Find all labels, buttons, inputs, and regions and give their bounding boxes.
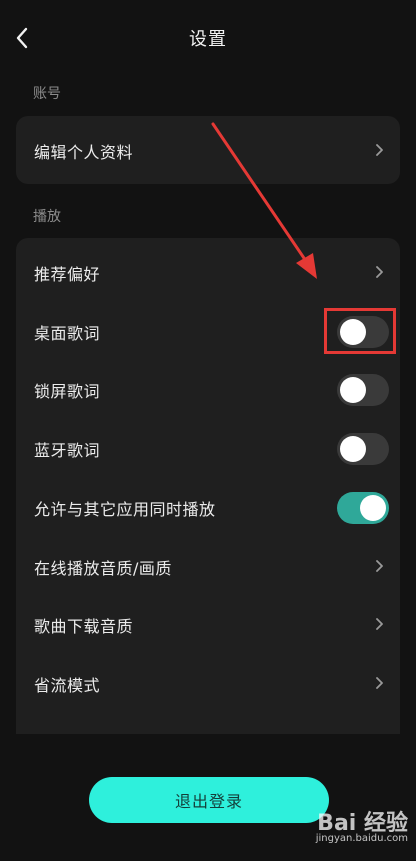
row-lockscreen-lyrics: 锁屏歌词 xyxy=(16,360,400,418)
row-label: 蓝牙歌词 xyxy=(34,441,101,460)
row-download-quality[interactable]: 歌曲下载音质 xyxy=(16,595,400,653)
row-label: 允许与其它应用同时播放 xyxy=(34,500,216,519)
page-title: 设置 xyxy=(189,29,227,50)
annotation-highlight-box xyxy=(324,308,396,354)
status-bar xyxy=(0,0,416,6)
account-card: 编辑个人资料 xyxy=(16,116,400,184)
row-recommend-preference[interactable]: 推荐偏好 xyxy=(16,243,400,301)
lockscreen-lyrics-toggle[interactable] xyxy=(337,374,389,406)
chevron-right-icon xyxy=(376,677,383,689)
top-bar: 设置 xyxy=(0,18,416,58)
chevron-right-icon xyxy=(376,266,383,278)
row-label: 推荐偏好 xyxy=(34,265,101,284)
baidu-jingyan-watermark: Bai 经验 jingyan.baidu.com xyxy=(288,805,408,855)
row-data-saver[interactable]: 省流模式 xyxy=(16,654,400,712)
bluetooth-lyrics-toggle[interactable] xyxy=(337,433,389,465)
row-label: 歌曲下载音质 xyxy=(34,617,134,636)
chevron-right-icon xyxy=(376,618,383,630)
row-label: 在线播放音质/画质 xyxy=(34,559,172,578)
chevron-right-icon xyxy=(376,144,383,156)
row-allow-concurrent-playback: 允许与其它应用同时播放 xyxy=(16,478,400,536)
toggle-knob xyxy=(360,495,386,521)
section-label-account: 账号 xyxy=(33,86,61,102)
section-label-playback: 播放 xyxy=(33,209,61,225)
row-online-quality[interactable]: 在线播放音质/画质 xyxy=(16,537,400,595)
chevron-right-icon xyxy=(376,560,383,572)
allow-concurrent-toggle[interactable] xyxy=(337,492,389,524)
row-label: 省流模式 xyxy=(34,676,101,695)
row-label: 锁屏歌词 xyxy=(34,382,101,401)
toggle-knob xyxy=(340,377,366,403)
watermark-site: jingyan.baidu.com xyxy=(315,833,408,844)
toggle-knob xyxy=(340,436,366,462)
row-label: 桌面歌词 xyxy=(34,324,101,343)
row-label: 编辑个人资料 xyxy=(34,143,134,162)
row-bluetooth-lyrics: 蓝牙歌词 xyxy=(16,419,400,477)
row-edit-profile[interactable]: 编辑个人资料 xyxy=(16,121,400,179)
